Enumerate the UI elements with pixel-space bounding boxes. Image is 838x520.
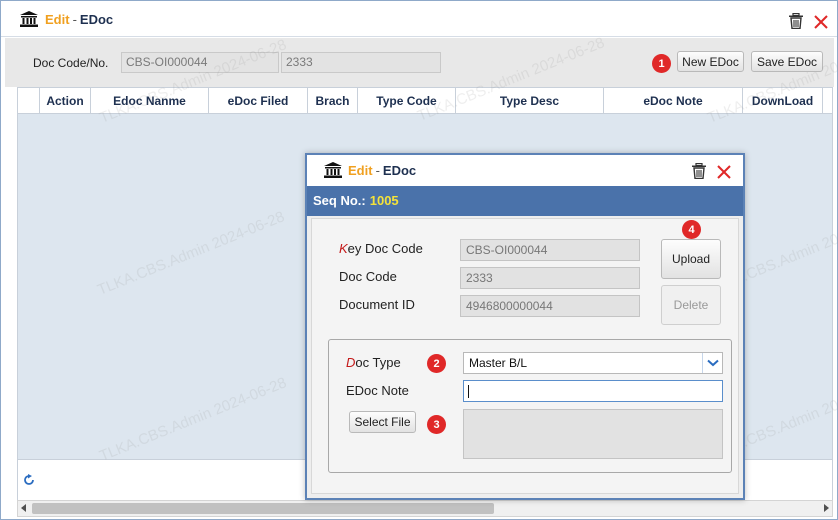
save-edoc-button[interactable]: Save EDoc: [751, 51, 823, 72]
callout-badge-3: 3: [427, 415, 446, 434]
column-header[interactable]: Type Code: [358, 88, 456, 114]
column-header[interactable]: Type Desc: [456, 88, 604, 114]
doc-type-select[interactable]: Master B/L: [463, 352, 723, 374]
callout-badge-1: 1: [652, 54, 671, 73]
seq-label: Seq No.:: [313, 193, 366, 208]
scroll-thumb[interactable]: [32, 503, 494, 514]
new-edoc-button[interactable]: New EDoc: [677, 51, 744, 72]
window-title: Edit - EDoc: [45, 12, 113, 27]
column-header[interactable]: eDoc Filed: [209, 88, 308, 114]
column-header[interactable]: Brach: [308, 88, 358, 114]
column-header[interactable]: Action: [40, 88, 91, 114]
seq-value: 1005: [369, 193, 399, 208]
seq-bar: Seq No.: 1005: [307, 186, 743, 216]
trash-icon[interactable]: [691, 163, 707, 179]
bank-icon: [20, 11, 38, 27]
edoc-note-input[interactable]: [463, 380, 723, 402]
required-marker: D: [346, 355, 356, 370]
edoc-note-label: EDoc Note: [346, 383, 409, 398]
doc-code-field[interactable]: 2333: [460, 267, 640, 289]
delete-button[interactable]: Delete: [661, 285, 721, 325]
text-caret: [468, 385, 469, 398]
bank-icon: [324, 162, 342, 178]
title-separator: -: [72, 12, 77, 27]
horizontal-scrollbar[interactable]: [17, 500, 833, 517]
grid-header: Action Edoc Nanme eDoc Filed Brach Type …: [18, 88, 832, 114]
edoc-window: Edit - EDoc Doc Code/No. CBS-OI000044 2333…: [0, 0, 838, 520]
key-doc-code-label: Key Doc Code: [339, 241, 423, 256]
dialog-title: Edit - EDoc: [348, 163, 416, 178]
trash-icon[interactable]: [788, 13, 804, 29]
column-header[interactable]: eDoc Note: [604, 88, 743, 114]
doc-type-fieldset: Doc Type 2 Master B/L EDoc Note Select F…: [328, 339, 732, 473]
doc-type-selected: Master B/L: [469, 356, 528, 370]
title-edit: Edit: [45, 12, 70, 27]
title-edit: Edit: [348, 163, 373, 178]
doc-code-label: Doc Code: [339, 269, 397, 284]
upload-button[interactable]: Upload: [661, 239, 721, 279]
dialog-body: Key Doc Code CBS-OI000044 Doc Code 2333 …: [311, 218, 739, 494]
chevron-down-icon[interactable]: [702, 353, 722, 373]
doc-code-label: Doc Code/No.: [33, 56, 109, 70]
close-icon[interactable]: [716, 164, 732, 180]
edit-edoc-dialog: Edit - EDoc Seq No.: 1005 Key Doc Code CBS-…: [305, 153, 745, 500]
label-text: ey Doc Code: [347, 241, 423, 256]
close-icon[interactable]: [813, 14, 829, 30]
toolbar: Doc Code/No. CBS-OI000044 2333 1 New EDo…: [5, 38, 834, 87]
window-header: Edit - EDoc: [1, 1, 837, 37]
column-header[interactable]: DownLoad: [743, 88, 823, 114]
column-header[interactable]: Edoc Nanme: [91, 88, 209, 114]
title-edoc: EDoc: [382, 163, 417, 178]
label-text: oc Type: [355, 355, 401, 370]
title-separator: -: [375, 163, 380, 178]
doc-code-input[interactable]: CBS-OI000044: [121, 52, 279, 73]
scroll-right-arrow[interactable]: [824, 504, 829, 512]
doc-type-label: Doc Type: [346, 355, 401, 370]
refresh-icon[interactable]: [23, 474, 35, 486]
select-file-button[interactable]: Select File: [349, 411, 416, 433]
callout-badge-2: 2: [427, 354, 446, 373]
key-doc-code-field[interactable]: CBS-OI000044: [460, 239, 640, 261]
grid-header-spacer: [18, 88, 40, 114]
dialog-header: Edit - EDoc: [307, 155, 743, 186]
required-marker: K: [339, 241, 348, 256]
scroll-left-arrow[interactable]: [21, 504, 26, 512]
callout-badge-4: 4: [682, 220, 701, 239]
doc-no-input[interactable]: 2333: [281, 52, 441, 73]
file-drop-area[interactable]: [463, 409, 723, 459]
document-id-label: Document ID: [339, 297, 415, 312]
title-edoc: EDoc: [79, 12, 114, 27]
document-id-field[interactable]: 4946800000044: [460, 295, 640, 317]
